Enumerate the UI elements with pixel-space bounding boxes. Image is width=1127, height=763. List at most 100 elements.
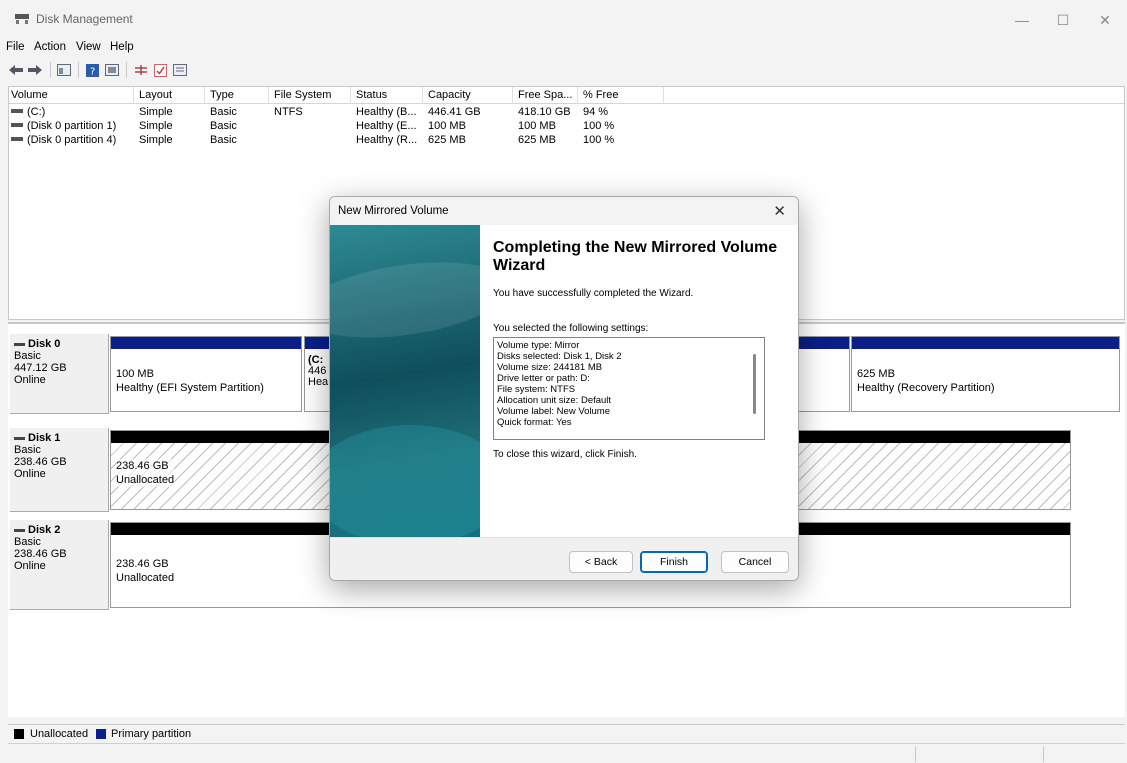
svg-text:?: ? <box>90 66 95 77</box>
connect-icon[interactable] <box>133 62 149 78</box>
column-divider[interactable] <box>663 87 664 104</box>
column-divider[interactable] <box>350 87 351 104</box>
forward-arrow-icon[interactable] <box>27 62 43 78</box>
table-row[interactable]: (Disk 0 partition 1) Simple Basic Health… <box>9 120 1124 133</box>
checklist-icon[interactable] <box>152 62 168 78</box>
setting-line: Allocation unit size: Default <box>497 395 612 406</box>
disk-size: 447.12 GB <box>14 362 67 374</box>
finish-button[interactable]: Finish <box>640 551 708 573</box>
table-row[interactable]: (C:) Simple Basic NTFS Healthy (B... 446… <box>9 106 1124 119</box>
close-button[interactable]: ✕ <box>1085 8 1125 32</box>
volume-list-header: Volume Layout Type File System Status Ca… <box>9 87 1124 104</box>
wizard-body: Completing the New Mirrored Volume Wizar… <box>480 225 798 537</box>
status-divider <box>1043 746 1044 762</box>
volume-name: (Disk 0 partition 4) <box>27 134 117 146</box>
free-space-cell: 625 MB <box>518 134 556 146</box>
setting-line: File system: NTFS <box>497 384 576 395</box>
menu-action[interactable]: Action <box>34 41 66 53</box>
column-header-type[interactable]: Type <box>210 89 234 101</box>
partition-recovery[interactable]: 625 MB Healthy (Recovery Partition) <box>851 336 1120 412</box>
properties-icon[interactable] <box>104 62 120 78</box>
column-header-percent-free[interactable]: % Free <box>583 89 618 101</box>
menu-help[interactable]: Help <box>110 41 134 53</box>
partition-text: 625 MB Healthy (Recovery Partition) <box>857 367 995 395</box>
setting-line: Volume size: 244181 MB <box>497 362 603 373</box>
help-icon[interactable]: ? <box>84 62 100 78</box>
settings-scrollbar[interactable] <box>753 354 756 414</box>
settings-summary-box[interactable]: Volume type: Mirror Disks selected: Disk… <box>493 337 765 440</box>
percent-free-cell: 100 % <box>583 120 615 132</box>
percent-free-cell: 100 % <box>583 134 615 146</box>
partition-bar <box>111 337 301 349</box>
column-header-volume[interactable]: Volume <box>11 89 48 101</box>
partition-size: 238.46 GB <box>116 558 169 570</box>
partition-bar <box>852 337 1119 349</box>
disk-state: Online <box>14 374 46 386</box>
disk-state: Online <box>14 468 46 480</box>
disk-0-label[interactable]: Disk 0 Basic 447.12 GB Online <box>10 334 109 414</box>
disk-name-text: Disk 0 <box>28 338 61 350</box>
disk-type: Basic <box>14 444 41 456</box>
column-divider[interactable] <box>133 87 134 104</box>
cancel-button[interactable]: Cancel <box>721 551 789 573</box>
partition-text: 238.46 GB Unallocated <box>116 557 174 585</box>
capacity-cell: 625 MB <box>428 134 466 146</box>
column-header-capacity[interactable]: Capacity <box>428 89 471 101</box>
wizard-heading: Completing the New Mirrored Volume Wizar… <box>493 239 778 274</box>
volume-icon <box>11 137 23 142</box>
back-button[interactable]: < Back <box>569 551 633 573</box>
layout-cell: Simple <box>139 120 173 132</box>
toolbar-separator <box>50 62 51 78</box>
table-row[interactable]: (Disk 0 partition 4) Simple Basic Health… <box>9 134 1124 147</box>
type-cell: Basic <box>210 120 237 132</box>
column-header-status[interactable]: Status <box>356 89 387 101</box>
status-bar <box>8 743 1125 763</box>
column-divider[interactable] <box>268 87 269 104</box>
disk-name: Disk 1 <box>14 432 108 444</box>
disk-type: Basic <box>14 536 41 548</box>
disk-2-label[interactable]: Disk 2 Basic 238.46 GB Online <box>10 520 109 610</box>
setting-line: Volume type: Mirror <box>497 340 580 351</box>
column-divider[interactable] <box>577 87 578 104</box>
view-icon[interactable] <box>172 62 188 78</box>
disk-name: Disk 2 <box>14 524 108 536</box>
column-header-layout[interactable]: Layout <box>139 89 172 101</box>
column-divider[interactable] <box>422 87 423 104</box>
legend-label-primary: Primary partition <box>111 728 192 740</box>
maximize-button[interactable]: ☐ <box>1043 8 1083 32</box>
back-arrow-icon[interactable] <box>8 62 24 78</box>
disk-name-text: Disk 1 <box>28 432 61 444</box>
partition-size: 100 MB <box>116 368 154 380</box>
toolbar-separator <box>126 62 127 78</box>
dialog-close-icon[interactable]: ✕ <box>773 202 786 220</box>
show-hide-console-icon[interactable] <box>56 62 72 78</box>
volume-icon <box>11 109 23 114</box>
dialog-footer: < Back Finish Cancel <box>330 537 798 580</box>
legend-swatch-primary <box>96 729 106 739</box>
capacity-cell: 446.41 GB <box>428 106 481 118</box>
disk-1-label[interactable]: Disk 1 Basic 238.46 GB Online <box>10 428 109 512</box>
minimize-button[interactable]: — <box>1002 8 1042 32</box>
volume-name: (C:) <box>27 106 46 118</box>
dialog-title-bar[interactable]: New Mirrored Volume ✕ <box>330 197 798 225</box>
partition-status: Healthy (EFI System Partition) <box>116 382 264 394</box>
menu-file[interactable]: File <box>6 41 25 53</box>
wizard-side-banner <box>330 225 514 545</box>
volume-name: (Disk 0 partition 1) <box>27 120 117 132</box>
toolbar: ? <box>0 58 1127 82</box>
layout-cell: Simple <box>139 134 173 146</box>
column-header-free-space[interactable]: Free Spa... <box>518 89 572 101</box>
partition-bar <box>799 337 849 349</box>
type-cell: Basic <box>210 134 237 146</box>
menu-bar: File Action View Help <box>0 38 1127 58</box>
menu-view[interactable]: View <box>76 41 101 53</box>
column-divider[interactable] <box>204 87 205 104</box>
partition-efi[interactable]: 100 MB Healthy (EFI System Partition) <box>110 336 302 412</box>
legend: Unallocated Primary partition <box>8 724 1125 742</box>
column-divider[interactable] <box>512 87 513 104</box>
column-header-file-system[interactable]: File System <box>274 89 331 101</box>
setting-line: Disks selected: Disk 1, Disk 2 <box>497 351 622 362</box>
setting-line: Volume label: New Volume <box>497 406 611 417</box>
toolbar-separator <box>78 62 79 78</box>
partition-c-right[interactable] <box>798 336 850 412</box>
